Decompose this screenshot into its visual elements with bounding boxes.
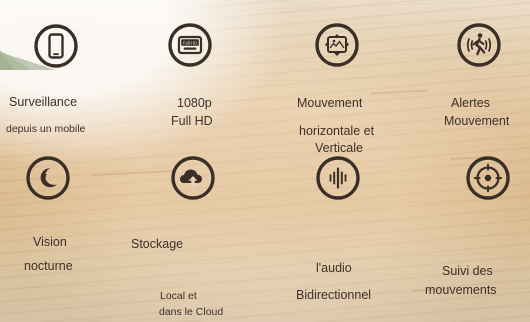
- pan-tilt-icon: [315, 23, 359, 67]
- feature-title: Alertes: [451, 96, 490, 110]
- feature-title: Vision: [33, 235, 67, 249]
- feature-subtitle: mouvements: [425, 283, 497, 297]
- feature-subtitle: Mouvement: [444, 114, 510, 128]
- smartphone-icon: [34, 24, 78, 68]
- cloud-upload-icon: [171, 156, 215, 200]
- target-icon: [466, 156, 510, 200]
- target-icon: [466, 156, 510, 200]
- cloud-upload-icon: [171, 156, 215, 200]
- feature-subtitle: nocturne: [24, 259, 73, 273]
- feature-title: Mouvement: [297, 96, 363, 110]
- feature-subtitle: Bidirectionnel: [296, 288, 372, 302]
- sound-wave-icon: [316, 156, 360, 200]
- smartphone-icon: [34, 24, 78, 68]
- feature-title: Stockage: [131, 237, 184, 251]
- motion-person-icon: [457, 23, 501, 67]
- feature-subtitle-line2: Verticale: [315, 141, 363, 155]
- feature-subtitle: Full HD: [171, 114, 213, 128]
- full-hd-icon: Full HD: [168, 23, 212, 67]
- motion-person-icon: [457, 23, 501, 67]
- feature-subtitle-line2: dans le Cloud: [159, 306, 224, 318]
- feature-subtitle-line1: Local et: [160, 290, 197, 302]
- moon-star-icon: [26, 156, 70, 200]
- sound-wave-icon: [316, 156, 360, 200]
- full-hd-icon: Full HD: [168, 23, 212, 67]
- feature-title: l'audio: [316, 261, 352, 275]
- feature-title: Suivi des: [442, 264, 493, 278]
- moon-star-icon: [26, 156, 70, 200]
- full-hd-badge: Full HD: [183, 40, 197, 45]
- feature-title: Surveillance: [9, 95, 78, 109]
- pan-tilt-icon: [315, 23, 359, 67]
- feature-title: 1080p: [177, 96, 212, 110]
- feature-subtitle: depuis un mobile: [6, 123, 86, 135]
- feature-subtitle-line1: horizontale et: [299, 124, 375, 138]
